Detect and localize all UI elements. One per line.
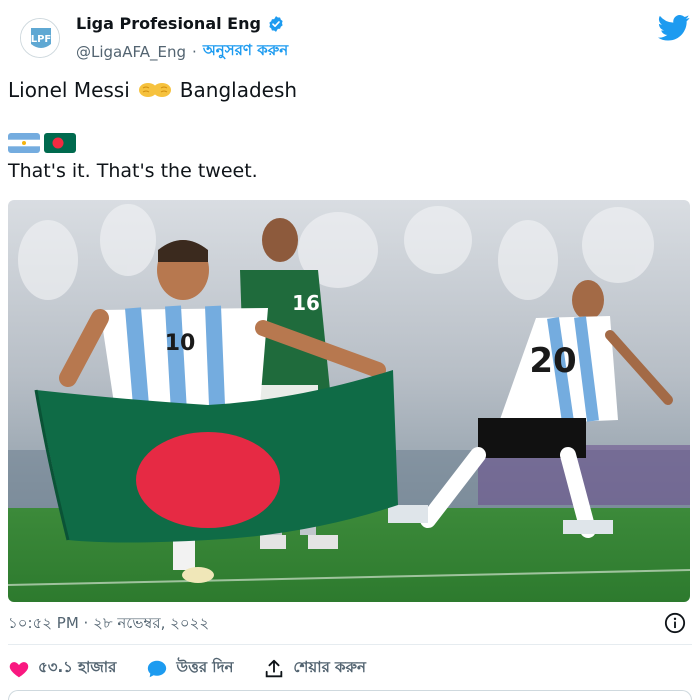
avatar[interactable]: LPF — [20, 18, 60, 58]
verified-badge-icon — [269, 15, 283, 32]
svg-text:LPF: LPF — [31, 34, 52, 45]
heart-icon — [9, 661, 29, 677]
reply-bubble-icon — [148, 660, 167, 677]
likes-count: ৫৩.১ হাজার — [38, 658, 117, 676]
reply-label: উত্তর দিন — [176, 658, 234, 676]
tweet-timestamp[interactable]: ১০:৫২ PM · ২৮ নভেম্বর, ২০২২ — [8, 612, 209, 637]
author-name[interactable]: Liga Profesional Eng — [76, 14, 261, 33]
info-icon[interactable] — [664, 612, 686, 634]
text-lionel-messi: Lionel Messi — [8, 78, 130, 102]
messi-bangladesh-flag-photo: 16 20 10 — [8, 200, 690, 602]
tweet-text-line-1: Lionel Messi Bangladesh — [8, 78, 297, 102]
mexico-player-number: 16 — [292, 291, 320, 315]
share-button[interactable]: শেয়ার করুন — [263, 656, 366, 681]
tweet-actions: ৫৩.১ হাজার উত্তর দিন শেয়ার করুন — [8, 656, 366, 681]
author-block: Liga Profesional Eng @LigaAFA_Eng · অনুস… — [76, 14, 288, 64]
messi-shirt-number: 10 — [165, 331, 196, 356]
tweet-photo[interactable]: 16 20 10 — [8, 200, 690, 602]
like-button[interactable]: ৫৩.১ হাজার — [8, 656, 116, 681]
reply-button[interactable]: উত্তর দিন — [146, 656, 233, 681]
footer-divider — [8, 644, 692, 645]
flag-emojis — [8, 133, 76, 153]
argentina-player-number: 20 — [529, 341, 576, 381]
share-label: শেয়ার করুন — [293, 658, 366, 676]
share-icon — [266, 659, 283, 677]
tweet-text-line-2: That's it. That's the tweet. — [8, 160, 258, 182]
bangladesh-flag-emoji — [44, 133, 76, 153]
author-handle[interactable]: @LigaAFA_Eng — [76, 43, 186, 61]
liga-profesional-logo-icon: LPF — [21, 19, 59, 57]
tweet-card: LPF Liga Profesional Eng @LigaAFA_Eng · … — [0, 0, 700, 700]
fist-bump-emoji — [138, 83, 171, 97]
read-replies-bar[interactable] — [8, 690, 692, 700]
text-bangladesh: Bangladesh — [179, 78, 298, 102]
separator-dot: · — [192, 42, 197, 61]
twitter-bird-icon[interactable] — [658, 14, 690, 42]
argentina-flag-emoji — [8, 133, 40, 153]
follow-button[interactable]: অনুসরণ করুন — [203, 39, 288, 64]
